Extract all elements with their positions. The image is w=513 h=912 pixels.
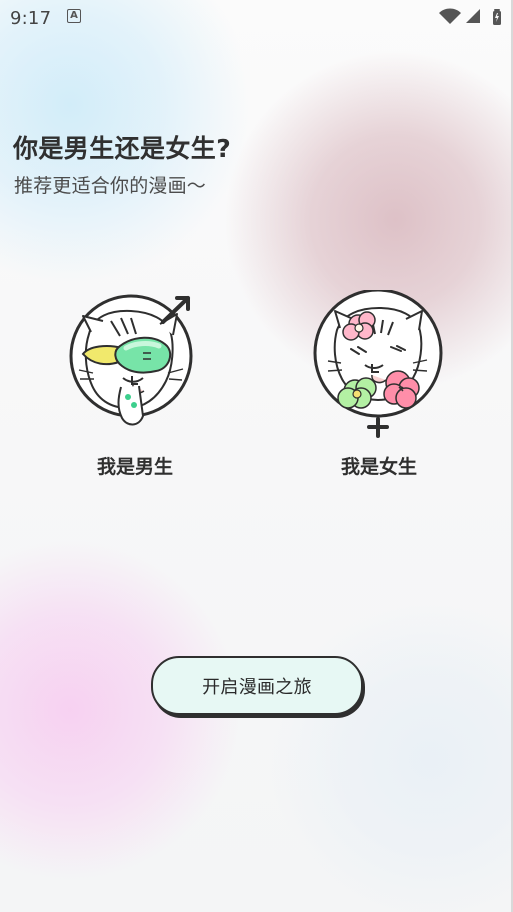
start-button-label: 开启漫画之旅 bbox=[202, 676, 312, 698]
male-choice-label: 我是男生 bbox=[96, 456, 173, 478]
battery-icon bbox=[493, 9, 501, 25]
female-symbol-icon bbox=[367, 417, 389, 438]
female-choice-label: 我是女生 bbox=[340, 456, 417, 478]
signal-icon bbox=[466, 9, 480, 23]
wifi-icon bbox=[439, 8, 461, 24]
female-choice[interactable]: 我是女生 bbox=[309, 290, 449, 480]
app-screen: 9:17 A 你是男生还是女生? 推荐更适合你的漫画～ 我是男生 我是女生 开启… bbox=[0, 0, 513, 912]
page-title: 你是男生还是女生? bbox=[13, 134, 232, 163]
status-bar: 9:17 A bbox=[0, 0, 513, 34]
male-choice[interactable]: 我是男生 bbox=[65, 290, 205, 480]
female-cat-avatar bbox=[313, 290, 443, 438]
start-button[interactable]: 开启漫画之旅 bbox=[151, 656, 363, 715]
a-icon: A bbox=[67, 9, 81, 23]
male-cat-avatar bbox=[69, 294, 193, 426]
page-subtitle: 推荐更适合你的漫画～ bbox=[14, 175, 207, 197]
status-time: 9:17 bbox=[10, 8, 52, 29]
